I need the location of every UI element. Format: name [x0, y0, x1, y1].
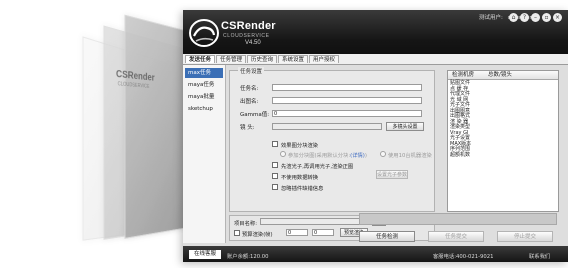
total-col-header[interactable]: 总数/镜头	[488, 71, 512, 79]
sidebar-item-sketchup[interactable]: sketchup	[185, 104, 223, 114]
online-service-tab[interactable]: 在线客服	[189, 250, 221, 259]
close-icon[interactable]: ×	[553, 13, 562, 22]
use-server-radio[interactable]	[380, 151, 386, 157]
split-default-radio[interactable]	[280, 151, 286, 157]
preview-checkbox[interactable]	[272, 141, 278, 147]
account-balance: 账户余额:120.00	[227, 254, 269, 260]
task-name-input[interactable]	[272, 84, 422, 91]
frame-from-input[interactable]: 0	[286, 229, 308, 236]
tab-task-manage[interactable]: 任务管理	[216, 55, 246, 63]
app-window: CSRender CLOUDSERVICE V4.50 测试用户: csrend…	[183, 10, 568, 262]
project-name-select[interactable]	[260, 218, 368, 225]
multi-camera-button[interactable]: 多镜头设置	[386, 122, 424, 131]
task-name-label: 任务名:	[240, 86, 259, 92]
title-bar: CSRender CLOUDSERVICE V4.50 测试用户: csrend…	[183, 10, 568, 54]
sidebar-item-maya[interactable]: maya任务	[185, 80, 223, 90]
camera-input[interactable]	[272, 123, 382, 130]
task-settings-title: 任务设置	[238, 67, 265, 75]
use-server-label: 使用10台机器渲染	[388, 153, 432, 159]
preview-label: 效果图分块渲染	[281, 143, 319, 149]
screenshot-stage: CSRender CLOUDSERVICE CSRender CLOUDSERV…	[0, 0, 568, 268]
task-check-button[interactable]: 任务检测	[359, 231, 415, 242]
sidebar-item-max[interactable]: max任务	[185, 68, 223, 78]
check-item[interactable]: 超额机数	[450, 152, 554, 159]
photon-label: 先渲光子,再调用光子,渲染正图	[281, 164, 354, 170]
tab-send-task[interactable]: 发送任务	[185, 55, 215, 63]
app-version: V4.50	[245, 40, 261, 46]
sidebar-item-maya-batch[interactable]: maya批量	[185, 92, 223, 102]
menu-tabs: 发送任务 任务管理 历史查询 系统设置 用户授权	[183, 54, 568, 65]
check-list-header: 检测机房 总数/镜头	[448, 71, 558, 80]
ignore-missing-label: 忽略插件缺错信息	[281, 186, 324, 192]
out-name-label: 出图名:	[240, 99, 259, 105]
no-vray-label: 不使用数据转换	[281, 175, 319, 181]
tab-history[interactable]: 历史查询	[247, 55, 277, 63]
gamma-label: Gamma值:	[240, 112, 270, 118]
split-hint-prefix: 参加分块图(采用默认分块:	[288, 153, 351, 159]
home-icon[interactable]: ⌂	[509, 13, 518, 22]
task-settings-group: 任务设置 任务名: 出图名: Gamma值: 0 镜 头: 多镜头设置 效果图分…	[229, 67, 435, 212]
tab-system-settings[interactable]: 系统设置	[278, 55, 308, 63]
question-icon[interactable]: ?	[520, 13, 529, 22]
camera-label: 镜 头:	[240, 125, 255, 131]
csrender-logo-icon	[189, 19, 219, 47]
photon-checkbox[interactable]	[272, 162, 278, 168]
gamma-input[interactable]: 0	[272, 110, 422, 117]
service-phone: 客服电话:400-021-9021	[433, 254, 494, 260]
tab-user-auth[interactable]: 用户授权	[309, 55, 339, 63]
stop-submit-button[interactable]: 停止提交	[497, 231, 553, 242]
budget-render-label: 预算渲染(帧)	[242, 232, 273, 238]
frame-to-input[interactable]: 0	[312, 229, 334, 236]
user-label: 测试用户:	[479, 15, 503, 21]
split-hint-link[interactable]: (详情)	[350, 153, 365, 159]
minimize-icon[interactable]: –	[531, 13, 540, 22]
split-hint-suffix: )	[364, 153, 367, 159]
project-name-label: 项目名称:	[234, 221, 257, 227]
budget-render-checkbox[interactable]	[234, 230, 240, 236]
ignore-missing-checkbox[interactable]	[272, 184, 278, 190]
brand-subtitle: CLOUDSERVICE	[223, 33, 270, 39]
check-col-header[interactable]: 检测机房	[452, 71, 474, 79]
no-vray-checkbox[interactable]	[272, 173, 278, 179]
out-name-input[interactable]	[272, 97, 422, 104]
contact-us-link[interactable]: 联系我们	[529, 252, 550, 260]
sidebar: max任务 maya任务 maya批量 sketchup	[183, 65, 226, 243]
split-hint: 参加分块图(采用默认分块:(详情))	[288, 151, 367, 159]
ghost-logo-text: CSRender CLOUDSERVICE	[96, 62, 155, 126]
brand-name: CSRender	[221, 20, 276, 32]
restore-icon[interactable]: ▫	[542, 13, 551, 22]
check-list-panel: 检测机房 总数/镜头 贴图文件 点 缓 存 代理文件 光 域 网 光子文件 出图…	[447, 70, 559, 212]
status-bar: 在线客服 账户余额:120.00 客服电话:400-021-9021 联系我们	[183, 246, 568, 262]
photon-settings-button[interactable]: 设置光子参数	[376, 170, 408, 179]
progress-area	[359, 213, 557, 225]
task-submit-button[interactable]: 任务提交	[428, 231, 484, 242]
